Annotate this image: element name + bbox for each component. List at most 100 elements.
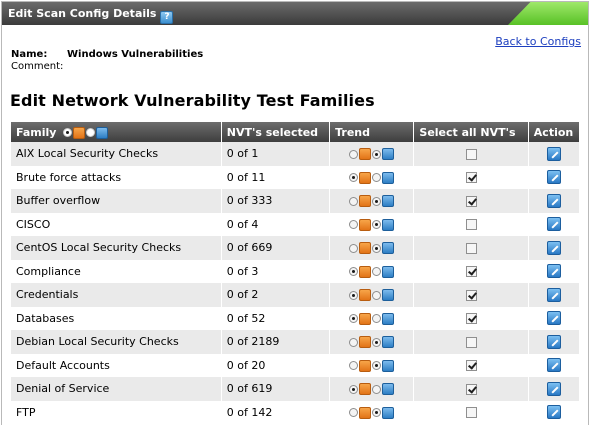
edit-icon[interactable] [546, 405, 561, 420]
edit-icon[interactable] [546, 193, 561, 208]
family-cell[interactable]: Default Accounts [11, 353, 221, 377]
edit-icon[interactable] [546, 311, 561, 326]
trend-static-radio[interactable] [348, 337, 358, 347]
edit-icon[interactable] [546, 334, 561, 349]
trend-static-radio[interactable] [348, 243, 358, 253]
family-cell[interactable]: FTP [11, 400, 221, 424]
edit-icon[interactable] [546, 240, 561, 255]
trend-static-icon [358, 171, 371, 184]
trend-dynamic-radio[interactable] [371, 149, 381, 159]
trend-dynamic-radio[interactable] [371, 290, 381, 300]
select-all-checkbox[interactable] [465, 242, 477, 254]
nvts-selected-cell: 0 of 11 [221, 165, 330, 189]
trend-dynamic-radio[interactable] [371, 314, 381, 324]
select-all-cell [414, 377, 528, 401]
trend-dynamic-icon [381, 383, 394, 396]
select-all-column-header: Select all NVT's [414, 122, 528, 142]
select-all-checkbox[interactable] [465, 407, 477, 419]
family-cell[interactable]: Databases [11, 306, 221, 330]
trend-static-icon [358, 359, 371, 372]
trend-dynamic-icon [381, 218, 394, 231]
edit-icon[interactable] [546, 287, 561, 302]
select-all-cell [414, 306, 528, 330]
select-all-cell [414, 353, 528, 377]
trend-cell [330, 283, 414, 307]
back-to-configs-link[interactable]: Back to Configs [495, 35, 581, 48]
nvts-selected-cell: 0 of 142 [221, 400, 330, 424]
family-cell[interactable]: Debian Local Security Checks [11, 330, 221, 354]
trend-static-radio[interactable] [348, 267, 358, 277]
family-cell[interactable]: Denial of Service [11, 377, 221, 401]
trend-dynamic-icon [381, 171, 394, 184]
trend-dynamic-radio[interactable] [371, 173, 381, 183]
action-cell [528, 142, 579, 166]
trend-dynamic-icon [381, 312, 394, 325]
table-row: CentOS Local Security Checks 0 of 669 [11, 236, 579, 260]
action-cell [528, 377, 579, 401]
trend-cell [330, 236, 414, 260]
trend-static-radio[interactable] [348, 384, 358, 394]
family-trend-dynamic-radio[interactable] [86, 128, 96, 137]
select-all-checkbox[interactable] [465, 336, 477, 348]
trend-static-radio[interactable] [348, 290, 358, 300]
family-cell[interactable]: AIX Local Security Checks [11, 142, 221, 166]
family-cell[interactable]: Buffer overflow [11, 189, 221, 213]
trend-dynamic-radio[interactable] [371, 361, 381, 371]
family-header-label: Family [16, 125, 57, 139]
table-row: Default Accounts 0 of 20 [11, 353, 579, 377]
select-all-checkbox[interactable] [465, 360, 477, 372]
trend-dynamic-radio[interactable] [371, 196, 381, 206]
select-all-checkbox[interactable] [465, 266, 477, 278]
trend-static-icon [358, 383, 371, 396]
trend-column-header: Trend [330, 122, 414, 142]
trend-dynamic-radio[interactable] [371, 243, 381, 253]
window-title: Edit Scan Config Details [8, 7, 157, 20]
trend-static-radio[interactable] [348, 314, 358, 324]
edit-icon[interactable] [546, 217, 561, 232]
help-icon[interactable]: ? [160, 11, 174, 24]
family-cell[interactable]: Credentials [11, 283, 221, 307]
trend-static-radio[interactable] [348, 149, 358, 159]
trend-static-icon [358, 406, 371, 419]
trend-dynamic-icon [381, 289, 394, 302]
select-all-checkbox[interactable] [465, 383, 477, 395]
edit-icon[interactable] [546, 170, 561, 185]
family-cell[interactable]: CentOS Local Security Checks [11, 236, 221, 260]
family-cell[interactable]: Compliance [11, 259, 221, 283]
nvts-selected-cell: 0 of 2189 [221, 330, 330, 354]
family-cell[interactable]: Brute force attacks [11, 165, 221, 189]
trend-dynamic-radio[interactable] [371, 267, 381, 277]
trend-static-radio[interactable] [348, 220, 358, 230]
select-all-checkbox[interactable] [465, 219, 477, 231]
edit-icon[interactable] [546, 381, 561, 396]
nvts-selected-cell: 0 of 3 [221, 259, 330, 283]
trend-static-radio[interactable] [348, 408, 358, 418]
nvts-selected-cell: 0 of 1 [221, 142, 330, 166]
select-all-cell [414, 212, 528, 236]
trend-dynamic-radio[interactable] [371, 220, 381, 230]
edit-icon[interactable] [546, 358, 561, 373]
select-all-checkbox[interactable] [465, 289, 477, 301]
edit-icon[interactable] [546, 264, 561, 279]
edit-icon[interactable] [546, 146, 561, 161]
select-all-checkbox[interactable] [465, 172, 477, 184]
trend-dynamic-icon [381, 359, 394, 372]
nvts-selected-cell: 0 of 4 [221, 212, 330, 236]
action-cell [528, 306, 579, 330]
trend-static-radio[interactable] [348, 196, 358, 206]
trend-dynamic-radio[interactable] [371, 408, 381, 418]
trend-dynamic-radio[interactable] [371, 384, 381, 394]
family-trend-static-radio[interactable] [63, 128, 73, 137]
select-all-checkbox[interactable] [465, 195, 477, 207]
trend-static-radio[interactable] [348, 361, 358, 371]
family-cell[interactable]: CISCO [11, 212, 221, 236]
config-name: Windows Vulnerabilities [67, 49, 204, 60]
select-all-cell [414, 400, 528, 424]
trend-dynamic-radio[interactable] [371, 337, 381, 347]
trend-static-radio[interactable] [348, 173, 358, 183]
trend-cell [330, 259, 414, 283]
select-all-checkbox[interactable] [465, 148, 477, 160]
action-cell [528, 165, 579, 189]
select-all-checkbox[interactable] [465, 313, 477, 325]
trend-cell [330, 189, 414, 213]
